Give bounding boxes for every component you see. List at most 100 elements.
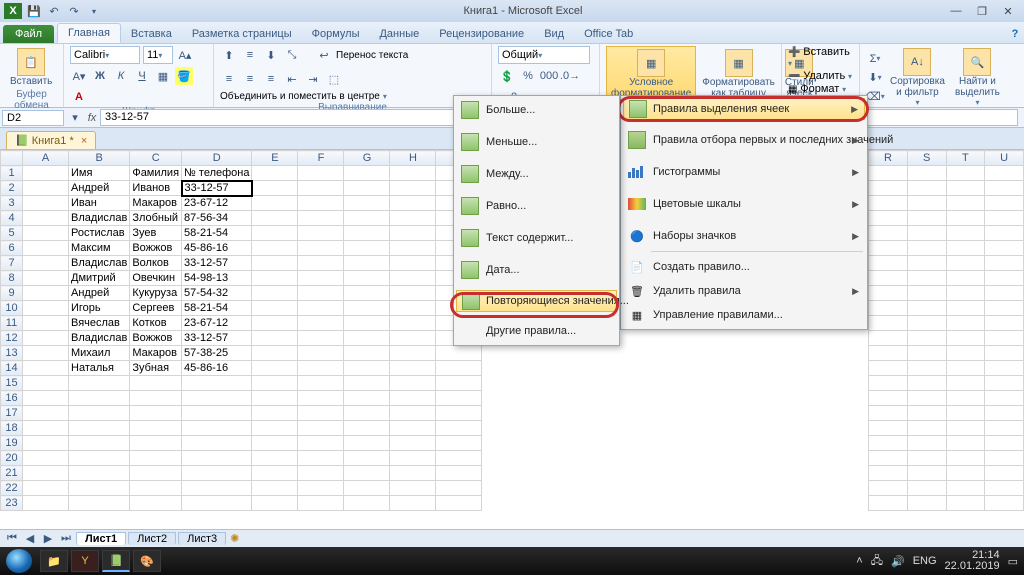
cell-B10[interactable]: Игорь <box>69 301 130 316</box>
cell-D17[interactable] <box>182 406 252 421</box>
cell-S3[interactable] <box>907 196 946 211</box>
cell-R6[interactable] <box>869 241 908 256</box>
cell-R20[interactable] <box>869 451 908 466</box>
cell-R10[interactable] <box>869 301 908 316</box>
cell-A9[interactable] <box>23 286 69 301</box>
cell-D8[interactable]: 54-98-13 <box>182 271 252 286</box>
cell-R9[interactable] <box>869 286 908 301</box>
cell-T7[interactable] <box>946 256 985 271</box>
cell-H2[interactable] <box>390 181 436 196</box>
cell-B3[interactable]: Иван <box>69 196 130 211</box>
cell-F13[interactable] <box>298 346 344 361</box>
cell-E3[interactable] <box>252 196 298 211</box>
cell-D11[interactable]: 23-67-12 <box>182 316 252 331</box>
cell-F12[interactable] <box>298 331 344 346</box>
cell-A2[interactable] <box>23 181 69 196</box>
cell-F19[interactable] <box>298 436 344 451</box>
row-header-11[interactable]: 11 <box>1 316 23 331</box>
cell-U1[interactable] <box>985 166 1024 181</box>
tab-view[interactable]: Вид <box>534 25 574 43</box>
cell-U12[interactable] <box>985 331 1024 346</box>
row-header-5[interactable]: 5 <box>1 226 23 241</box>
cell-B15[interactable] <box>69 376 130 391</box>
cell-E13[interactable] <box>252 346 298 361</box>
cell-D23[interactable] <box>182 496 252 511</box>
cell-C9[interactable]: Кукуруза <box>130 286 182 301</box>
start-button[interactable] <box>6 549 32 573</box>
cell-D18[interactable] <box>182 421 252 436</box>
cell-A18[interactable] <box>23 421 69 436</box>
cell-D21[interactable] <box>182 466 252 481</box>
cell-I21[interactable] <box>436 466 482 481</box>
cell-H19[interactable] <box>390 436 436 451</box>
autosum-icon[interactable]: Σ▾ <box>866 50 884 68</box>
underline-icon[interactable]: Ч <box>133 67 151 85</box>
cell-F10[interactable] <box>298 301 344 316</box>
align-center-icon[interactable]: ≡ <box>241 70 259 88</box>
cell-C3[interactable]: Макаров <box>130 196 182 211</box>
orientation-icon[interactable]: ⤡ <box>283 46 301 64</box>
cell-D16[interactable] <box>182 391 252 406</box>
cell-C10[interactable]: Сергеев <box>130 301 182 316</box>
cell-U15[interactable] <box>985 376 1024 391</box>
row-header-7[interactable]: 7 <box>1 256 23 271</box>
merge-icon[interactable]: ⬚ <box>325 70 343 88</box>
sort-filter-button[interactable]: A↓Сортировка и фильтр▾ <box>886 46 949 109</box>
cell-A19[interactable] <box>23 436 69 451</box>
spreadsheet-grid-right[interactable]: RSTU <box>868 150 1024 511</box>
cell-B7[interactable]: Владислав <box>69 256 130 271</box>
cell-I15[interactable] <box>436 376 482 391</box>
cell-B14[interactable]: Наталья <box>69 361 130 376</box>
insert-cells-button[interactable]: ➕ Вставить ▾ <box>788 46 853 69</box>
cell-H15[interactable] <box>390 376 436 391</box>
name-box[interactable]: D2 <box>2 110 64 126</box>
cell-F9[interactable] <box>298 286 344 301</box>
menu-databars[interactable]: Гистограммы▶ <box>623 160 865 184</box>
cell-F4[interactable] <box>298 211 344 226</box>
cell-A7[interactable] <box>23 256 69 271</box>
tab-formulas[interactable]: Формулы <box>302 25 370 43</box>
file-tab[interactable]: Файл <box>3 25 54 43</box>
cell-G6[interactable] <box>344 241 390 256</box>
row-header-19[interactable]: 19 <box>1 436 23 451</box>
cell-R7[interactable] <box>869 256 908 271</box>
col-header-R[interactable]: R <box>869 151 908 166</box>
cell-U11[interactable] <box>985 316 1024 331</box>
cell-D1[interactable]: № телефона <box>182 166 252 181</box>
cell-A22[interactable] <box>23 481 69 496</box>
cell-F16[interactable] <box>298 391 344 406</box>
cell-C16[interactable] <box>130 391 182 406</box>
cell-C23[interactable] <box>130 496 182 511</box>
cell-H18[interactable] <box>390 421 436 436</box>
align-right-icon[interactable]: ≡ <box>262 70 280 88</box>
tab-data[interactable]: Данные <box>369 25 429 43</box>
cell-A13[interactable] <box>23 346 69 361</box>
col-header-G[interactable]: G <box>344 151 390 166</box>
row-header-4[interactable]: 4 <box>1 211 23 226</box>
cell-F7[interactable] <box>298 256 344 271</box>
cell-R14[interactable] <box>869 361 908 376</box>
cell-F1[interactable] <box>298 166 344 181</box>
cell-T12[interactable] <box>946 331 985 346</box>
row-header-13[interactable]: 13 <box>1 346 23 361</box>
cell-I19[interactable] <box>436 436 482 451</box>
tray-volume-icon[interactable]: 🔊 <box>891 555 905 568</box>
cell-S4[interactable] <box>907 211 946 226</box>
cell-C15[interactable] <box>130 376 182 391</box>
border-icon[interactable]: ▦ <box>154 67 172 85</box>
cell-D5[interactable]: 58-21-54 <box>182 226 252 241</box>
cell-F20[interactable] <box>298 451 344 466</box>
maximize-button[interactable]: ❐ <box>970 3 994 19</box>
row-header-8[interactable]: 8 <box>1 271 23 286</box>
cell-S13[interactable] <box>907 346 946 361</box>
row-header-3[interactable]: 3 <box>1 196 23 211</box>
sheet-tab-3[interactable]: Лист3 <box>178 532 226 545</box>
new-sheet-icon[interactable]: ✺ <box>230 532 239 545</box>
col-header-S[interactable]: S <box>907 151 946 166</box>
cell-F14[interactable] <box>298 361 344 376</box>
cell-C13[interactable]: Макаров <box>130 346 182 361</box>
cell-R2[interactable] <box>869 181 908 196</box>
row-header-1[interactable]: 1 <box>1 166 23 181</box>
col-header-B[interactable]: B <box>69 151 130 166</box>
cell-E18[interactable] <box>252 421 298 436</box>
